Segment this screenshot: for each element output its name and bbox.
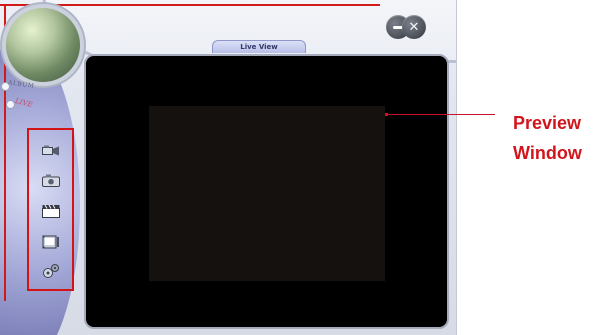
tool-panel	[27, 128, 74, 291]
preview-label-line-2: Window	[513, 143, 582, 163]
snapshot-button[interactable]	[41, 172, 61, 188]
screenshot-stage: ALBUM LIVE Live View ✕ Preview Window	[0, 0, 600, 335]
film-edit-button[interactable]	[41, 234, 61, 250]
window-controls: ✕	[386, 15, 438, 39]
close-button[interactable]: ✕	[402, 15, 426, 39]
settings-button[interactable]	[41, 263, 61, 279]
camera-app-window: ALBUM LIVE Live View ✕	[0, 0, 457, 335]
tab-live-view[interactable]: Live View	[212, 40, 306, 53]
photo-camera-icon	[42, 174, 60, 187]
clapperboard-button[interactable]	[41, 203, 61, 219]
film-edit-icon	[42, 235, 59, 249]
preview-label-line-1: Preview	[513, 113, 582, 133]
preview-window-label: Preview Window	[513, 108, 599, 168]
live-mode-label[interactable]: LIVE	[14, 97, 33, 109]
top-red-frame-line	[0, 4, 380, 6]
preview-window[interactable]	[84, 54, 449, 329]
mode-switcher[interactable]: ALBUM LIVE	[1, 78, 54, 120]
album-mode-label[interactable]: ALBUM	[8, 79, 35, 90]
close-icon: ✕	[408, 19, 420, 35]
settings-gears-icon	[43, 264, 59, 278]
video-camera-icon	[42, 145, 59, 156]
video-capture-button[interactable]	[41, 143, 61, 159]
preview-callout-line	[385, 113, 495, 116]
clapperboard-icon	[42, 204, 60, 218]
camera-lens-icon	[6, 8, 80, 82]
live-preview-image	[149, 106, 385, 281]
